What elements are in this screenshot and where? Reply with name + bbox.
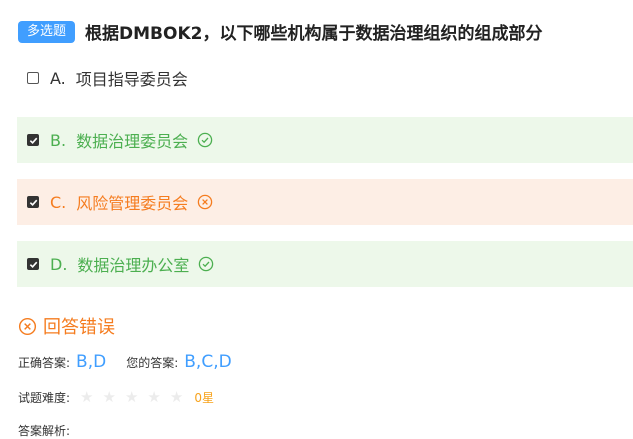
star-icon: ★ [169,388,184,406]
option-b-text: 数据治理委员会 [76,132,189,151]
question-title: 根据DMBOK2，以下哪些机构属于数据治理组织的组成部分 [85,24,543,44]
your-answer-value: B,C,D [184,352,232,372]
star-icon: ★ [147,388,161,406]
option-b[interactable]: B. 数据治理委员会 [17,117,633,163]
your-answer-label: 您的答案: [126,356,179,370]
star-icon: ★ [102,388,116,406]
option-a-checkbox[interactable] [27,72,39,84]
option-a-letter: A. [50,68,66,88]
correct-answer-value: B,D [76,352,107,372]
circle-check-icon [197,132,213,148]
answer-result: 回答错误 [18,313,115,339]
option-b-checkbox[interactable] [27,134,39,146]
question-header: 多选题 根据DMBOK2，以下哪些机构属于数据治理组织的组成部分 [18,19,542,44]
analysis-label: 答案解析: [18,424,71,438]
circle-check-icon [198,256,214,272]
difficulty-rating: 0星 [194,391,214,405]
option-d-letter: D. [50,254,68,274]
question-type-badge: 多选题 [18,20,76,43]
circle-x-icon [18,317,37,336]
result-text: 回答错误 [43,317,115,338]
option-c[interactable]: C. 风险管理委员会 [17,179,633,225]
circle-x-icon [197,194,213,210]
correct-answer-label: 正确答案: [18,356,71,370]
option-c-letter: C. [50,192,67,212]
option-c-text: 风险管理委员会 [76,194,189,213]
star-icon: ★ [80,388,94,406]
option-d-text: 数据治理办公室 [77,256,190,275]
difficulty-row: 试题难度: ★ ★ ★ ★ ★ 0星 [18,389,214,406]
option-d-checkbox[interactable] [27,258,39,270]
option-b-letter: B. [50,130,67,150]
difficulty-label: 试题难度: [18,391,71,405]
option-d[interactable]: D. 数据治理办公室 [17,241,633,287]
answer-row: 正确答案: B,D 您的答案: B,C,D [18,352,252,372]
difficulty-stars: ★ ★ ★ ★ ★ [80,390,192,405]
option-c-checkbox[interactable] [27,196,39,208]
option-a[interactable]: A. 项目指导委员会 [17,55,633,101]
star-icon: ★ [124,388,139,406]
option-a-text: 项目指导委员会 [75,70,188,89]
analysis-row: 答案解析: [18,422,70,439]
